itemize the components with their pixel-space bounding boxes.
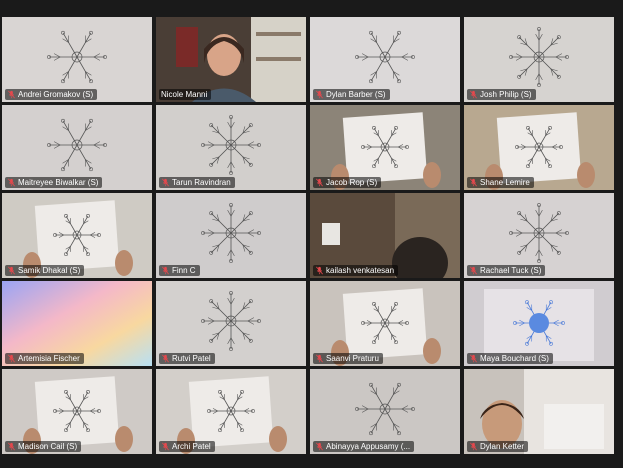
participant-tile[interactable]: Madison Cail (S) xyxy=(2,369,152,454)
participant-name: Andrei Gromakov (S) xyxy=(18,90,94,99)
participant-nameplate: Saanvi Praturu xyxy=(313,353,383,364)
participant-tile[interactable]: Rachael Tuck (S) xyxy=(464,193,614,278)
participant-nameplate: Nicole Manni xyxy=(159,89,212,100)
participant-tile[interactable]: Dylan Barber (S) xyxy=(310,17,460,102)
participant-name: Samik Dhakal (S) xyxy=(18,266,81,275)
participant-tile[interactable]: Finn C xyxy=(156,193,306,278)
participant-nameplate: Josh Philip (S) xyxy=(467,89,536,100)
participant-tile[interactable]: Josh Philip (S) xyxy=(464,17,614,102)
participant-name: Josh Philip (S) xyxy=(480,90,532,99)
participant-tile[interactable]: Andrei Gromakov (S) xyxy=(2,17,152,102)
participant-name: Jacob Rop (S) xyxy=(326,178,378,187)
participant-nameplate: Maya Bouchard (S) xyxy=(467,353,553,364)
video-grid: Andrei Gromakov (S) Nicole Manni Dylan Ba… xyxy=(2,17,616,459)
participant-tile[interactable]: Abinayya Appusamy (... xyxy=(310,369,460,454)
mic-muted-icon xyxy=(7,266,16,275)
participant-name: Artemisia Fischer xyxy=(18,354,80,363)
participant-nameplate: Rutvi Patel xyxy=(159,353,215,364)
mic-muted-icon xyxy=(161,266,170,275)
participant-tile[interactable]: Jacob Rop (S) xyxy=(310,105,460,190)
participant-tile[interactable]: Rutvi Patel xyxy=(156,281,306,366)
participant-nameplate: Maitreyee Biwalkar (S) xyxy=(5,177,103,188)
mic-muted-icon xyxy=(7,178,16,187)
mic-muted-icon xyxy=(315,178,324,187)
participant-nameplate: kailash venkatesan xyxy=(313,265,399,276)
participant-nameplate: Shane Lemire xyxy=(467,177,534,188)
participant-name: Rutvi Patel xyxy=(172,354,211,363)
participant-tile[interactable]: Artemisia Fischer xyxy=(2,281,152,366)
participant-tile[interactable]: Maya Bouchard (S) xyxy=(464,281,614,366)
mic-muted-icon xyxy=(469,442,478,451)
participant-nameplate: Samik Dhakal (S) xyxy=(5,265,85,276)
participant-nameplate: Madison Cail (S) xyxy=(5,441,82,452)
participant-nameplate: Andrei Gromakov (S) xyxy=(5,89,98,100)
participant-tile[interactable]: Saanvi Praturu xyxy=(310,281,460,366)
participant-name: Tarun Ravindran xyxy=(172,178,231,187)
participant-name: Maitreyee Biwalkar (S) xyxy=(18,178,99,187)
participant-nameplate: Tarun Ravindran xyxy=(159,177,235,188)
participant-tile[interactable]: Archi Patel xyxy=(156,369,306,454)
participant-nameplate: Abinayya Appusamy (... xyxy=(313,441,415,452)
participant-nameplate: Artemisia Fischer xyxy=(5,353,84,364)
participant-tile[interactable]: Shane Lemire xyxy=(464,105,614,190)
mic-muted-icon xyxy=(469,266,478,275)
participant-name: Rachael Tuck (S) xyxy=(480,266,542,275)
participant-nameplate: Dylan Ketter xyxy=(467,441,529,452)
participant-tile[interactable]: Samik Dhakal (S) xyxy=(2,193,152,278)
mic-muted-icon xyxy=(161,354,170,363)
participant-name: Madison Cail (S) xyxy=(18,442,78,451)
mic-muted-icon xyxy=(7,354,16,363)
mic-muted-icon xyxy=(469,354,478,363)
participant-nameplate: Archi Patel xyxy=(159,441,215,452)
mic-muted-icon xyxy=(161,178,170,187)
participant-nameplate: Jacob Rop (S) xyxy=(313,177,382,188)
mic-muted-icon xyxy=(469,90,478,99)
participant-name: Nicole Manni xyxy=(161,90,208,99)
participant-name: Maya Bouchard (S) xyxy=(480,354,549,363)
participant-name: Dylan Ketter xyxy=(480,442,525,451)
participant-nameplate: Dylan Barber (S) xyxy=(313,89,390,100)
participant-name: Archi Patel xyxy=(172,442,211,451)
mic-muted-icon xyxy=(7,90,16,99)
mic-muted-icon xyxy=(315,442,324,451)
participant-name: Dylan Barber (S) xyxy=(326,90,386,99)
participant-name: Finn C xyxy=(172,266,196,275)
participant-nameplate: Rachael Tuck (S) xyxy=(467,265,546,276)
participant-tile[interactable]: kailash venkatesan xyxy=(310,193,460,278)
mic-muted-icon xyxy=(7,442,16,451)
mic-muted-icon xyxy=(315,90,324,99)
mic-muted-icon xyxy=(315,266,324,275)
mic-muted-icon xyxy=(469,178,478,187)
participant-tile[interactable]: Dylan Ketter xyxy=(464,369,614,454)
participant-name: Saanvi Praturu xyxy=(326,354,379,363)
participant-name: Abinayya Appusamy (... xyxy=(326,442,411,451)
participant-nameplate: Finn C xyxy=(159,265,200,276)
participant-name: kailash venkatesan xyxy=(326,266,395,275)
participant-tile[interactable]: Maitreyee Biwalkar (S) xyxy=(2,105,152,190)
mic-muted-icon xyxy=(161,442,170,451)
participant-tile[interactable]: Tarun Ravindran xyxy=(156,105,306,190)
mic-muted-icon xyxy=(315,354,324,363)
participant-tile[interactable]: Nicole Manni xyxy=(156,17,306,102)
participant-name: Shane Lemire xyxy=(480,178,530,187)
